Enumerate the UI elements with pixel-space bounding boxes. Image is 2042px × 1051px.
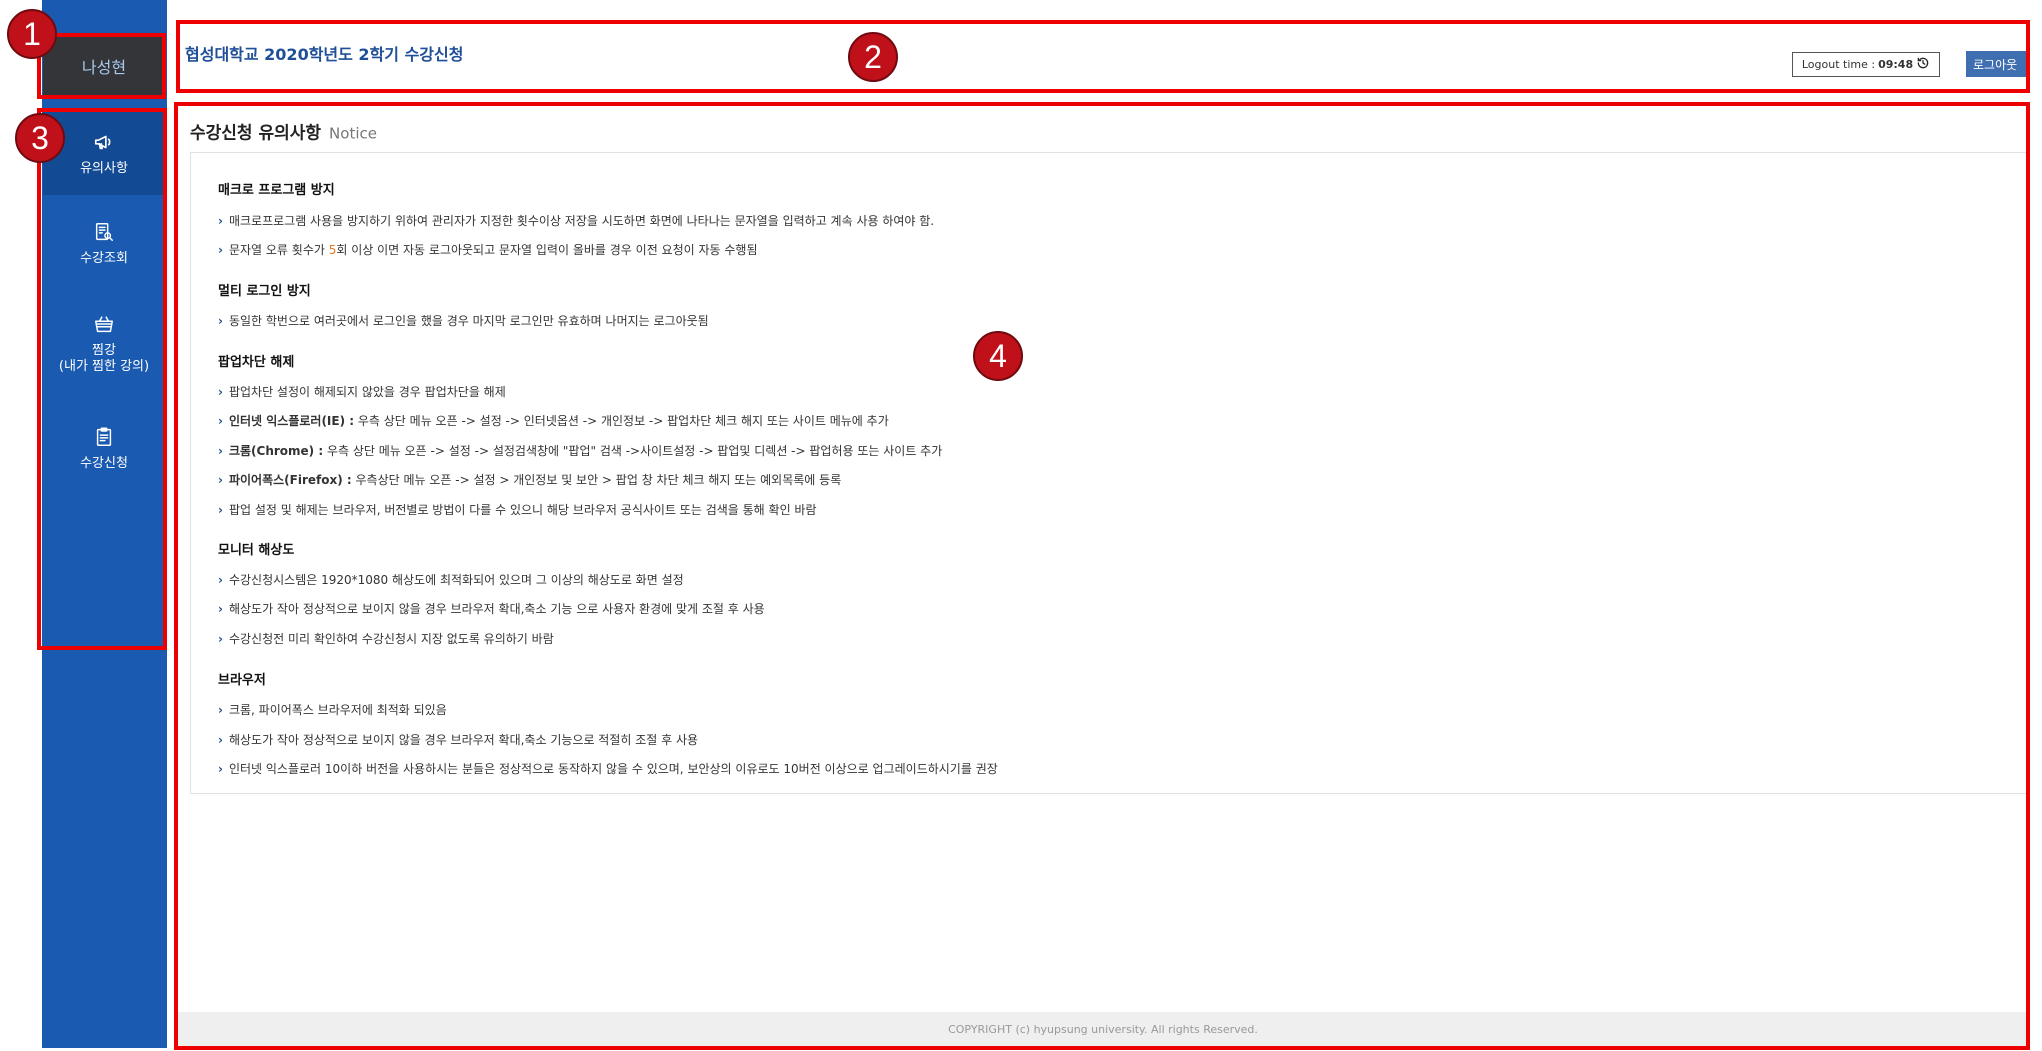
annotation-marker-3: 3: [15, 113, 65, 163]
annotation-box-3: [37, 108, 167, 650]
annotation-box-2: [176, 20, 2030, 93]
annotation-box-1: [37, 33, 166, 99]
annotation-marker-4: 4: [973, 331, 1023, 381]
annotation-box-4: [174, 102, 2030, 1050]
annotation-marker-2: 2: [848, 32, 898, 82]
annotation-marker-1: 1: [7, 9, 57, 59]
